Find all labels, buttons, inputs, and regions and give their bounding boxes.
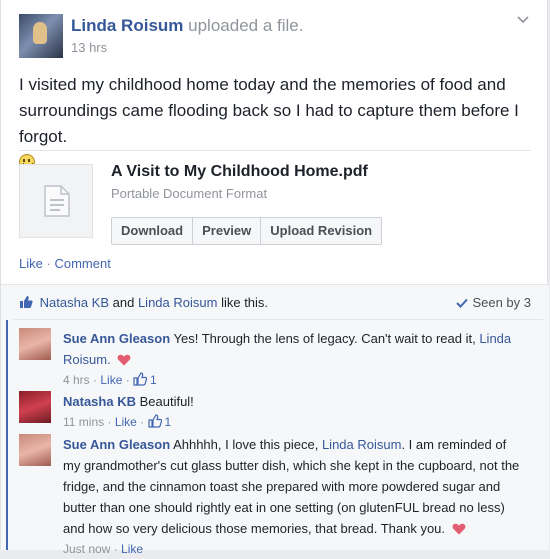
- heart-emoji-icon: [117, 354, 131, 366]
- commenter-avatar[interactable]: [19, 391, 51, 423]
- author-avatar[interactable]: [19, 14, 63, 58]
- feedback-section: Natasha KB and Linda Roisum like this. S…: [1, 284, 549, 556]
- post-action-text: uploaded a file.: [188, 16, 304, 35]
- post-body: I visited my childhood home today and th…: [19, 72, 531, 176]
- commenter-name[interactable]: Sue Ann Gleason: [63, 437, 170, 452]
- separator: ·: [46, 256, 51, 271]
- post-headline: Linda Roisum uploaded a file.: [71, 16, 303, 36]
- liker-name[interactable]: Natasha KB: [40, 295, 109, 310]
- divider: [19, 150, 531, 151]
- thumbs-up-icon: [20, 296, 33, 308]
- thumbs-up-outline-icon: [147, 414, 162, 428]
- likes-summary: Natasha KB and Linda Roisum like this.: [19, 292, 268, 314]
- comment-link[interactable]: Comment: [54, 256, 110, 271]
- comment-time[interactable]: 11 mins: [63, 415, 104, 429]
- comment-like-count[interactable]: 1: [165, 415, 172, 429]
- chevron-down-icon[interactable]: [517, 16, 529, 24]
- checkmark-icon: [456, 298, 469, 308]
- like-link[interactable]: Like: [19, 256, 43, 271]
- comment-like-count[interactable]: 1: [150, 373, 157, 387]
- comment-text: Beautiful!: [139, 394, 194, 409]
- comment-like-link[interactable]: Like: [115, 415, 137, 429]
- comment-like-link[interactable]: Like: [100, 373, 122, 387]
- divider: [13, 319, 543, 320]
- post-card: Linda Roisum uploaded a file. 13 hrs I v…: [0, 0, 549, 556]
- seen-by-label: Seen by 3: [472, 295, 531, 310]
- upload-revision-button[interactable]: Upload Revision: [261, 218, 381, 244]
- file-thumbnail[interactable]: [19, 164, 93, 238]
- download-button[interactable]: Download: [112, 218, 194, 244]
- file-button-group: Download Preview Upload Revision: [111, 217, 383, 245]
- preview-button[interactable]: Preview: [193, 218, 262, 244]
- liker-name[interactable]: Linda Roisum: [138, 295, 218, 310]
- comment-meta: 11 mins · Like · 1: [63, 414, 172, 429]
- comment-like-link[interactable]: Like: [121, 542, 143, 556]
- likes-connector: and: [112, 295, 135, 310]
- heart-emoji-icon: [452, 523, 466, 535]
- seen-by[interactable]: Seen by 3: [456, 292, 531, 314]
- comment-body: Sue Ann Gleason Ahhhhh, I love this piec…: [63, 434, 525, 559]
- comment-time[interactable]: 4 hrs: [63, 373, 90, 387]
- comment-text: Yes! Through the lens of legacy. Can't w…: [173, 331, 476, 346]
- comment-meta: Just now · Like: [63, 542, 144, 556]
- document-icon: [44, 185, 70, 217]
- comment-body: Sue Ann Gleason Yes! Through the lens of…: [63, 328, 525, 390]
- comment-time[interactable]: Just now: [63, 542, 110, 556]
- likes-suffix: like this.: [221, 295, 269, 310]
- unread-indicator-bar: [6, 320, 8, 550]
- commenter-avatar[interactable]: [19, 328, 51, 360]
- file-title[interactable]: A Visit to My Childhood Home.pdf: [111, 163, 368, 181]
- commenter-avatar[interactable]: [19, 434, 51, 466]
- post-actions: Like · Comment: [19, 256, 111, 271]
- commenter-name[interactable]: Sue Ann Gleason: [63, 331, 170, 346]
- comment-text: Ahhhhh, I love this piece,: [173, 437, 319, 452]
- comment-body: Natasha KB Beautiful! 11 mins · Like · 1: [63, 391, 525, 432]
- commenter-name[interactable]: Natasha KB: [63, 394, 136, 409]
- mention-link[interactable]: Linda Roisum: [322, 437, 402, 452]
- author-name[interactable]: Linda Roisum: [71, 16, 183, 35]
- comment-meta: 4 hrs · Like · 1: [63, 372, 157, 387]
- file-type: Portable Document Format: [111, 186, 268, 201]
- thumbs-up-outline-icon: [133, 372, 148, 386]
- post-timestamp[interactable]: 13 hrs: [71, 40, 107, 55]
- post-text: I visited my childhood home today and th…: [19, 75, 519, 146]
